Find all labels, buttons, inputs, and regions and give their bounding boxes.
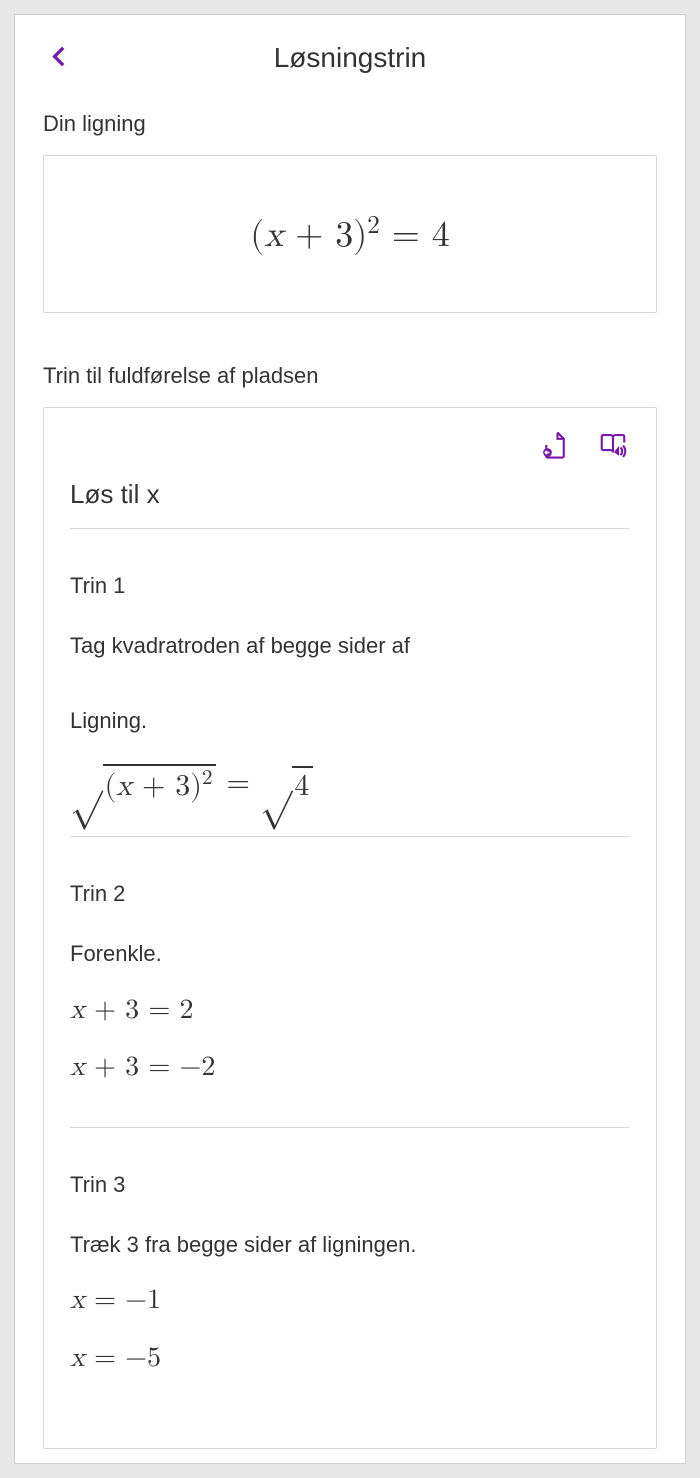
step-label: Trin 1 <box>70 573 630 599</box>
step-math: √ (x + 3)2 = √ 4 <box>70 757 630 804</box>
step-math: x = −5 <box>70 1339 630 1378</box>
step-description: Træk 3 fra begge sider af ligningen. <box>70 1226 630 1263</box>
step-label: Trin 3 <box>70 1172 630 1198</box>
immersive-reader-icon <box>598 430 628 460</box>
step-math: x = −1 <box>70 1281 630 1320</box>
insert-to-page-icon <box>540 430 570 460</box>
equation-expression: (x + 3)2 = 4 <box>250 211 449 257</box>
solution-step-3: Trin 3 Træk 3 fra begge sider af ligning… <box>70 1128 630 1418</box>
step-description: Forenkle. <box>70 935 630 972</box>
solution-step-1: Trin 1 Tag kvadratroden af begge sider a… <box>70 529 630 837</box>
immersive-reader-button[interactable] <box>596 428 630 465</box>
panel-title: Løsningstrin <box>274 42 427 74</box>
solution-actions <box>70 428 630 465</box>
insert-to-page-button[interactable] <box>538 428 572 465</box>
solution-section-label: Trin til fuldførelse af pladsen <box>43 363 657 389</box>
math-solution-panel: Løsningstrin Din ligning (x + 3)2 = 4 Tr… <box>14 14 686 1464</box>
panel-header: Løsningstrin <box>43 33 657 83</box>
back-button[interactable] <box>43 40 77 77</box>
equation-display-box: (x + 3)2 = 4 <box>43 155 657 313</box>
equation-section-label: Din ligning <box>43 111 657 137</box>
step-label: Trin 2 <box>70 881 630 907</box>
step-description: Tag kvadratroden af begge sider af Ligni… <box>70 627 630 739</box>
solve-for-title: Løs til x <box>70 479 630 529</box>
solution-steps-box: Løs til x Trin 1 Tag kvadratroden af beg… <box>43 407 657 1449</box>
chevron-left-icon <box>47 44 73 70</box>
step-math: x + 3 = −2 <box>70 1048 630 1087</box>
solution-step-2: Trin 2 Forenkle. x + 3 = 2 x + 3 = −2 <box>70 837 630 1128</box>
step-math: x + 3 = 2 <box>70 991 630 1030</box>
